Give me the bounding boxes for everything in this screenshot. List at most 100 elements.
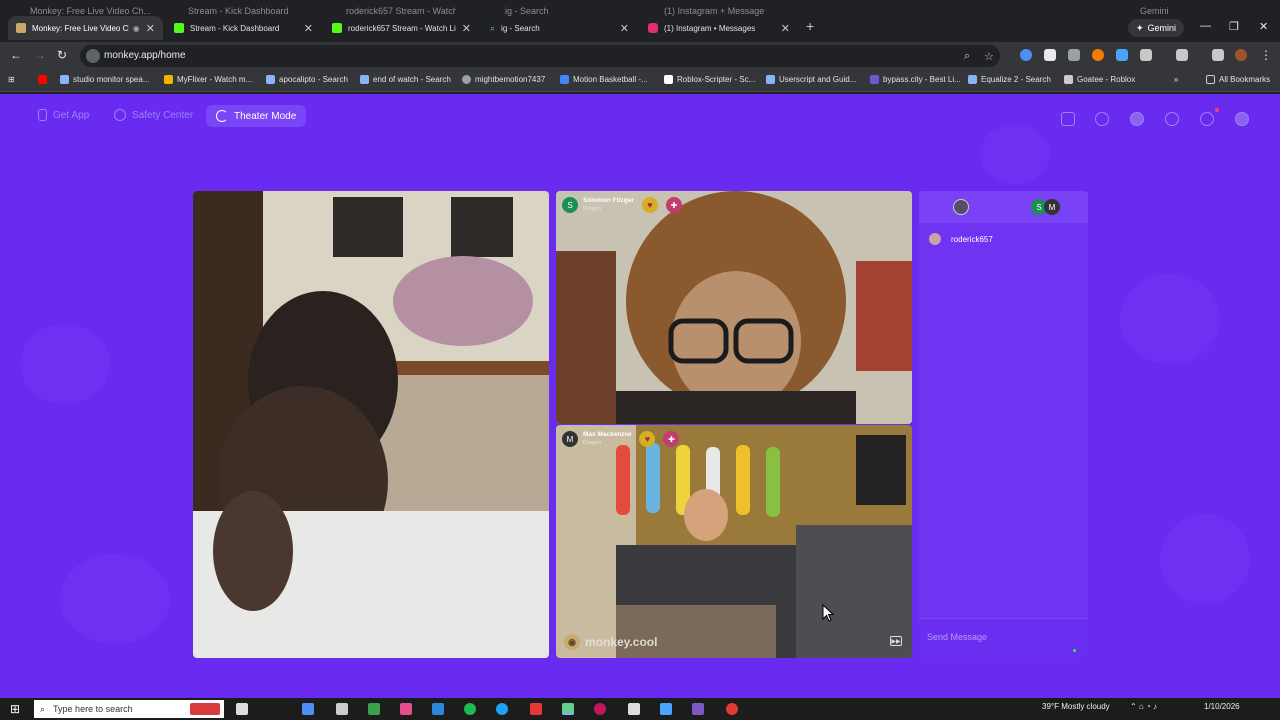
shop-icon[interactable]	[1061, 112, 1075, 126]
app-icon[interactable]	[400, 703, 412, 715]
media-control-icon[interactable]	[1212, 49, 1224, 61]
url-text[interactable]: monkey.app/home	[104, 50, 186, 61]
profile-avatar[interactable]	[1235, 112, 1249, 126]
spotify-icon[interactable]	[464, 703, 476, 715]
tab-monkey[interactable]: Monkey: Free Live Video Ch ◉ ✕	[8, 16, 163, 40]
bookmarks-overflow-icon[interactable]: »	[1174, 75, 1178, 84]
app-icon[interactable]	[726, 703, 738, 715]
globe-icon	[462, 75, 471, 84]
menu-kebab-icon[interactable]: ⋮	[1260, 48, 1272, 62]
bookmark-item[interactable]: MyFlixer - Watch m...	[164, 75, 252, 84]
new-tab-button[interactable]: +	[806, 18, 814, 34]
tab-kick-dashboard[interactable]: Stream - Kick Dashboard ✕	[166, 16, 321, 40]
cursor-icon	[822, 604, 834, 622]
heart-icon[interactable]: ♥	[641, 197, 658, 213]
tab-kick-stream[interactable]: roderick657 Stream - Watch Liv ✕	[324, 16, 479, 40]
tab-instagram[interactable]: (1) Instagram • Messages ✕	[640, 16, 798, 40]
tab-search[interactable]: ⌕ ig - Search ✕	[482, 16, 637, 40]
apps-grid-icon[interactable]: ⊞	[8, 75, 15, 84]
ghost-tab: (1) Instagram + Messages	[664, 6, 764, 16]
close-tab-icon[interactable]: ✕	[462, 22, 471, 35]
gemini-button[interactable]: ✦ Gemini	[1128, 19, 1185, 37]
bookmark-item[interactable]: Roblox-Scripter - Sc...	[664, 75, 755, 84]
taskbar-search[interactable]: ⌕ Type here to search	[34, 700, 224, 718]
close-tab-icon[interactable]: ✕	[146, 22, 155, 35]
avatar[interactable]: M	[1044, 199, 1060, 215]
bookmark-item[interactable]: end of watch - Search	[360, 75, 451, 84]
bookmark-item[interactable]: studio monitor spea...	[60, 75, 149, 84]
bookmark-star-icon[interactable]: ☆	[984, 50, 994, 63]
chat-bubble-icon[interactable]	[1200, 112, 1214, 126]
bookmark-item[interactable]: Motion Basketball -...	[560, 75, 648, 84]
site-info-icon[interactable]	[86, 49, 100, 63]
youtube-bookmark[interactable]	[38, 75, 51, 84]
maximize-icon[interactable]: ❐	[1229, 20, 1239, 33]
safety-center-button[interactable]: Safety Center	[114, 109, 193, 121]
taskbar: ⊞ ⌕ Type here to search 39°F Mostly clou…	[0, 698, 1280, 720]
gift-icon[interactable]: ✚	[663, 431, 680, 447]
extension-icon[interactable]	[1044, 49, 1056, 61]
status-dot	[1073, 649, 1076, 652]
tab-title: ig - Search	[501, 23, 540, 33]
windows-start-icon[interactable]: ⊞	[10, 702, 20, 716]
audio-icon[interactable]: ◉	[133, 24, 140, 33]
task-view-icon[interactable]	[236, 703, 248, 715]
theater-mode-button[interactable]: Theater Mode	[206, 105, 307, 127]
weather-widget[interactable]: 39°F Mostly cloudy	[1042, 702, 1110, 711]
app-icon[interactable]	[692, 703, 704, 715]
roblox-icon	[1064, 75, 1073, 84]
get-app-button[interactable]: Get App	[38, 109, 89, 121]
close-tab-icon[interactable]: ✕	[781, 22, 790, 35]
search-icon[interactable]	[1095, 112, 1109, 126]
taskbar-search-placeholder[interactable]: Type here to search	[53, 704, 133, 714]
zoom-icon[interactable]: ⌕	[964, 50, 970, 63]
app-icon[interactable]	[336, 703, 348, 715]
bookmark-item[interactable]: Userscript and Guid...	[766, 75, 856, 84]
extension-icon[interactable]	[1116, 49, 1128, 61]
app-icon[interactable]	[432, 703, 444, 715]
app-icon[interactable]	[530, 703, 542, 715]
app-icon[interactable]	[660, 703, 672, 715]
close-tab-icon[interactable]: ✕	[304, 22, 313, 35]
close-window-icon[interactable]: ✕	[1259, 20, 1268, 33]
minimize-icon[interactable]: —	[1200, 20, 1211, 32]
bookmark-item[interactable]: mightbemotion7437	[462, 75, 545, 84]
bookmark-item[interactable]: apocalipto - Search	[266, 75, 348, 84]
system-tray-icon[interactable]: ⌃ ⌂ ◔ ♪	[1130, 702, 1157, 711]
app-icon[interactable]	[594, 703, 606, 715]
avatar[interactable]	[953, 199, 969, 215]
message-placeholder[interactable]: Send Message	[927, 632, 987, 642]
monkey-app-page: Get App Safety Center Theater Mode S Sol…	[0, 94, 1280, 698]
remote-user-badge[interactable]: M Max Mackenziw Dragon ♥ ✚	[562, 431, 680, 447]
close-tab-icon[interactable]: ✕	[620, 22, 629, 35]
bookmark-item[interactable]: Equalize 2 - Search	[968, 75, 1051, 84]
side-panel-icon[interactable]	[1176, 49, 1188, 61]
gift-icon[interactable]: ✚	[665, 197, 682, 213]
reload-icon[interactable]: ↻	[57, 48, 67, 62]
chrome-icon[interactable]	[562, 703, 574, 715]
message-input[interactable]: Send Message	[919, 618, 1088, 658]
skip-icon[interactable]: ▶▶	[890, 636, 902, 646]
extensions-puzzle-icon[interactable]	[1140, 49, 1152, 61]
bookmark-item[interactable]: bypass.city - Best Li...	[870, 75, 961, 84]
motion-icon	[560, 75, 569, 84]
history-icon[interactable]	[1165, 112, 1179, 126]
clock-date[interactable]: 1/10/2026	[1204, 702, 1240, 711]
app-icon[interactable]	[496, 703, 508, 715]
bookmark-item[interactable]: Goatee - Roblox	[1064, 75, 1135, 84]
address-bar[interactable]: monkey.app/home ⌕ ☆	[80, 45, 1000, 67]
app-icon[interactable]	[368, 703, 380, 715]
shield-icon	[114, 109, 126, 121]
app-icon[interactable]	[628, 703, 640, 715]
profile-avatar[interactable]	[1235, 49, 1247, 61]
all-bookmarks[interactable]: All Bookmarks	[1206, 75, 1270, 84]
forward-icon[interactable]: →	[34, 48, 46, 62]
extension-icon[interactable]	[1092, 49, 1104, 61]
app-icon[interactable]	[302, 703, 314, 715]
coin-icon[interactable]	[1130, 112, 1144, 126]
back-icon[interactable]: ←	[10, 48, 22, 62]
heart-icon[interactable]: ♥	[639, 431, 656, 447]
remote-user-badge[interactable]: S Solomon Fitzger Dragon ♥ ✚	[562, 197, 682, 213]
extension-icon[interactable]	[1020, 49, 1032, 61]
extension-icon[interactable]	[1068, 49, 1080, 61]
